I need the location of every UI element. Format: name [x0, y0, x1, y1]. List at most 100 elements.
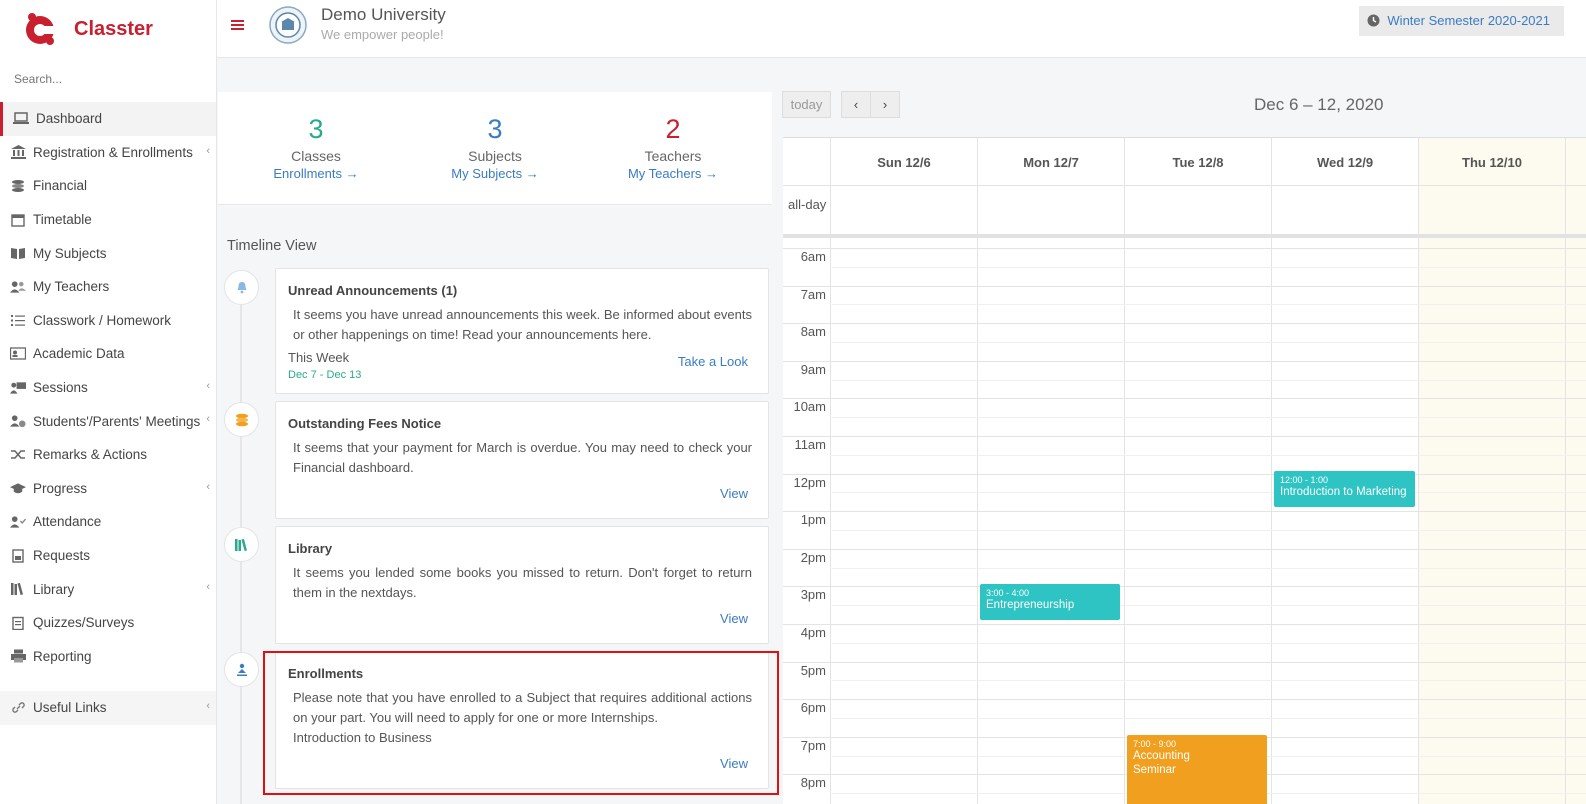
brand[interactable]: Classter: [0, 0, 216, 58]
view-link[interactable]: View: [720, 611, 748, 626]
time-label: 6am: [800, 249, 826, 264]
search-input[interactable]: [14, 66, 204, 92]
user-check-icon: [10, 515, 26, 529]
event-time: 12:00 - 1:00: [1280, 475, 1329, 485]
card-title: Library: [288, 541, 333, 556]
time-label: 5pm: [800, 662, 826, 678]
sidebar: Classter Dashboard Registration & Enrollm…: [0, 0, 217, 804]
stat-number: 3: [308, 114, 324, 144]
day-header: Wed 12/9: [1316, 155, 1374, 170]
topbar: Demo University We empower people! Winte…: [217, 0, 1586, 58]
event-time: 7:00 - 9:00: [1133, 739, 1177, 749]
day-header: Thu 12/10: [1462, 155, 1522, 170]
hamburger-icon[interactable]: [231, 18, 244, 32]
arrow-right-icon: →: [705, 166, 719, 181]
time-label: 11am: [794, 437, 826, 452]
sidebar-item-timetable[interactable]: Timetable: [0, 203, 216, 237]
stat-label: Subjects: [468, 148, 522, 164]
event-name: Accounting Seminar: [1133, 750, 1190, 776]
calendar-event[interactable]: 3:00 - 4:00 Entrepreneurship: [980, 584, 1120, 620]
time-label: 2pm: [800, 549, 826, 565]
timeline-dot: [224, 402, 259, 437]
today-button[interactable]: today: [782, 91, 831, 118]
take-a-look-link[interactable]: Take a Look: [678, 354, 748, 369]
sidebar-item-reporting[interactable]: Reporting: [0, 640, 216, 674]
link-icon: [10, 701, 26, 715]
timeline-dot: [224, 270, 259, 305]
next-week-button[interactable]: ›: [870, 91, 900, 118]
view-link[interactable]: View: [720, 486, 748, 501]
chevron-left-icon: ‹: [206, 144, 210, 157]
sidebar-item-registration-enrollments[interactable]: Registration & Enrollments ‹: [0, 136, 216, 170]
highlight-box: [263, 651, 779, 795]
person-upload-icon: [236, 663, 247, 676]
chevron-left-icon: ‹: [206, 379, 210, 392]
sidebar-item-label: My Teachers: [33, 279, 110, 295]
sidebar-item-useful-links[interactable]: Useful Links ‹: [0, 691, 216, 725]
sidebar-item-progress[interactable]: Progress ‹: [0, 472, 216, 506]
library-card: Library It seems you lended some books y…: [275, 526, 769, 644]
sidebar-item-financial[interactable]: Financial: [0, 169, 216, 203]
list-icon: [10, 313, 26, 327]
chevron-left-icon: ‹: [206, 700, 210, 713]
sidebar-item-students-parents-meetings[interactable]: Students'/Parents' Meetings ‹: [0, 404, 216, 438]
time-label: 12pm: [793, 474, 826, 490]
sidebar-item-quizzes-surveys[interactable]: Quizzes/Surveys: [0, 606, 216, 640]
timeline-title: Timeline View: [227, 238, 317, 254]
id-card-icon: [10, 347, 26, 361]
document-icon: [10, 548, 26, 563]
classter-logo-icon: [26, 13, 58, 45]
nav-list: Dashboard Registration & Enrollments ‹ Fina…: [0, 102, 216, 673]
fees-card: Outstanding Fees Notice It seems that yo…: [275, 401, 769, 519]
arrow-right-icon: →: [345, 166, 359, 181]
coins-icon: [10, 179, 26, 193]
card-title: Unread Announcements (1): [288, 283, 458, 298]
card-dates: Dec 7 - Dec 13: [288, 369, 362, 381]
stat-label: Classes: [291, 148, 341, 164]
sidebar-item-label: Progress: [33, 480, 88, 496]
books-icon: [234, 538, 247, 551]
sidebar-item-my-subjects[interactable]: My Subjects: [0, 236, 216, 270]
sidebar-item-dashboard[interactable]: Dashboard: [0, 102, 216, 136]
users-icon: [10, 280, 26, 294]
card-week: This Week: [288, 350, 350, 365]
stat-label: Teachers: [644, 148, 702, 164]
day-header: Sun 12/6: [877, 155, 931, 170]
stat-number: 3: [487, 114, 503, 144]
sidebar-item-my-teachers[interactable]: My Teachers: [0, 270, 216, 304]
calendar-event[interactable]: 12:00 - 1:00 Introduction to Marketing: [1274, 471, 1415, 507]
card-text: It seems that your payment for March is …: [293, 440, 752, 475]
brand-name: Classter: [74, 17, 153, 40]
time-label: 8am: [800, 324, 826, 340]
chevron-left-icon: ‹: [206, 480, 210, 493]
printer-icon: [10, 649, 26, 663]
week-calendar: Sun 12/6 Mon 12/7 Tue 12/8 Wed 12/9 Thu …: [783, 137, 1586, 804]
university-name: Demo University: [321, 5, 446, 24]
time-label: 1pm: [800, 512, 826, 528]
sidebar-item-sessions[interactable]: Sessions ‹: [0, 371, 216, 405]
chevron-left-icon: ‹: [206, 413, 210, 426]
sidebar-item-label: Remarks & Actions: [33, 447, 148, 463]
graduation-cap-icon: [10, 481, 26, 495]
sidebar-item-attendance[interactable]: Attendance: [0, 505, 216, 539]
enrollments-link[interactable]: Enrollments →: [236, 166, 396, 181]
prev-week-button[interactable]: ‹: [841, 91, 871, 118]
card-title: Outstanding Fees Notice: [288, 416, 442, 431]
university-slogan: We empower people!: [321, 27, 444, 42]
my-teachers-link[interactable]: My Teachers →: [593, 166, 753, 181]
sidebar-item-label: Sessions: [33, 380, 88, 396]
stats-panel: 3 Classes Enrollments → 3 Subjects My Su…: [218, 92, 772, 205]
sidebar-item-requests[interactable]: Requests: [0, 539, 216, 573]
sidebar-item-label: Academic Data: [33, 346, 125, 362]
calendar-event[interactable]: 7:00 - 9:00 Accounting Seminar: [1127, 735, 1267, 804]
sidebar-item-library[interactable]: Library ‹: [0, 572, 216, 606]
semester-selector[interactable]: Winter Semester 2020-2021: [1359, 6, 1564, 36]
event-name: Introduction to Marketing: [1280, 486, 1407, 498]
sidebar-item-classwork-homework[interactable]: Classwork / Homework: [0, 304, 216, 338]
sidebar-item-academic-data[interactable]: Academic Data: [0, 337, 216, 371]
sidebar-item-remarks-actions[interactable]: Remarks & Actions: [0, 438, 216, 472]
chevron-left-icon: ‹: [853, 97, 859, 112]
clock-icon: [1367, 14, 1380, 27]
my-subjects-link[interactable]: My Subjects →: [415, 166, 575, 181]
sidebar-item-label: Financial: [33, 178, 88, 194]
